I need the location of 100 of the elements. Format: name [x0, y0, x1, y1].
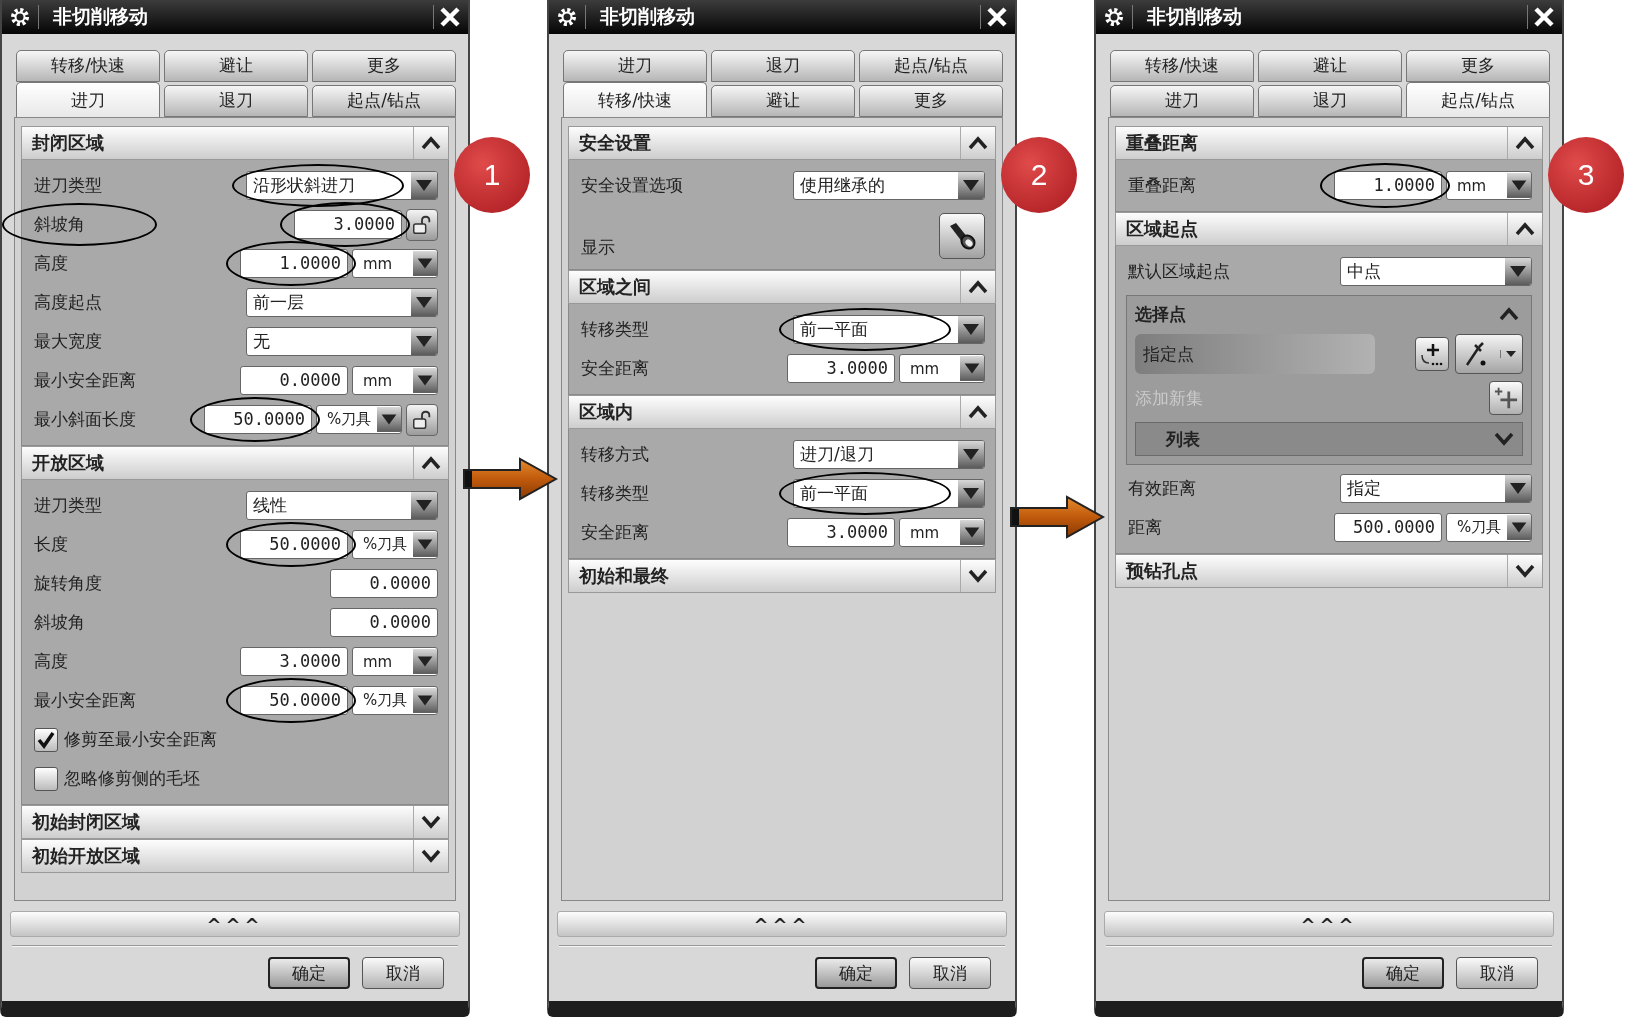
checkbox[interactable] [34, 766, 58, 791]
unit-dropdown[interactable]: mm [352, 366, 438, 395]
dropdown[interactable]: 无 [246, 327, 438, 356]
number-field[interactable]: 50.0000 [240, 530, 348, 559]
field-label: 安全距离 [581, 357, 649, 380]
dropdown[interactable]: 沿形状斜进刀 [246, 171, 438, 200]
tab[interactable]: 起点/钻点 [1406, 82, 1550, 117]
dropdown[interactable]: 指定 [1340, 474, 1532, 503]
window-title: 非切削移动 [53, 4, 149, 29]
tab[interactable]: 进刀 [563, 50, 707, 82]
tab[interactable]: 转移/快速 [563, 82, 707, 117]
section-header[interactable]: 开放区域 [21, 446, 449, 480]
dropdown[interactable]: 前一平面 [793, 479, 985, 508]
dialog-button[interactable]: 确定 [268, 957, 350, 989]
close-icon[interactable] [980, 5, 1009, 29]
dropdown[interactable]: 线性 [246, 491, 438, 520]
field-label: 有效距离 [1128, 477, 1196, 500]
number-field[interactable]: 3.0000 [787, 518, 895, 547]
tab[interactable]: 更多 [312, 50, 456, 82]
close-icon[interactable] [1527, 5, 1556, 29]
dialog-button[interactable]: 取消 [1456, 957, 1538, 989]
point-dialog-button[interactable] [1415, 337, 1449, 371]
section-header[interactable]: 初始封闭区域 [21, 805, 449, 839]
number-field[interactable]: 0.0000 [240, 366, 348, 395]
unit-dropdown[interactable]: %刀具 [352, 530, 438, 559]
unit-dropdown[interactable]: %刀具 [316, 405, 402, 434]
list-header[interactable]: 列表 [1135, 422, 1523, 456]
group-header[interactable]: 选择点 [1135, 298, 1523, 330]
number-field[interactable]: 500.0000 [1334, 513, 1442, 542]
tab[interactable]: 进刀 [1110, 85, 1254, 117]
close-icon[interactable] [433, 5, 462, 29]
gear-icon[interactable] [8, 5, 39, 29]
dialog-button[interactable]: 确定 [1362, 957, 1444, 989]
tab[interactable]: 转移/快速 [1110, 50, 1254, 82]
section-header[interactable]: 区域内 [568, 395, 996, 429]
flashlight-button[interactable] [939, 213, 985, 259]
field-label: 长度 [34, 533, 68, 556]
number-field[interactable]: 3.0000 [240, 647, 348, 676]
gear-icon[interactable] [555, 5, 586, 29]
number-field[interactable]: 1.0000 [1334, 171, 1442, 200]
section-header[interactable]: 安全设置 [568, 126, 996, 160]
tab[interactable]: 避让 [164, 50, 308, 82]
field-label: 进刀类型 [34, 174, 102, 197]
tab[interactable]: 退刀 [164, 85, 308, 117]
dropdown[interactable]: 使用继承的 [793, 171, 985, 200]
dropdown[interactable]: 前一层 [246, 288, 438, 317]
expand-bar[interactable]: ^^^ [557, 911, 1007, 937]
dialog-button[interactable]: 取消 [909, 957, 991, 989]
tab[interactable]: 转移/快速 [16, 50, 160, 82]
number-field[interactable]: 3.0000 [294, 210, 402, 239]
tab[interactable]: 退刀 [1258, 85, 1402, 117]
unit-dropdown[interactable]: mm [899, 354, 985, 383]
section-header[interactable]: 预钻孔点 [1115, 554, 1543, 588]
checkbox[interactable] [34, 727, 58, 752]
section-header[interactable]: 初始和最终 [568, 559, 996, 593]
gear-icon[interactable] [1102, 5, 1133, 29]
unit-dropdown[interactable]: mm [1446, 171, 1532, 200]
section-header[interactable]: 重叠距离 [1115, 126, 1543, 160]
number-field[interactable]: 0.0000 [330, 608, 438, 637]
section-header[interactable]: 区域之间 [568, 270, 996, 304]
tab[interactable]: 更多 [859, 85, 1003, 117]
number-field[interactable]: 1.0000 [240, 249, 348, 278]
unit-dropdown[interactable]: mm [352, 647, 438, 676]
field-label: 高度 [34, 650, 68, 673]
tab[interactable]: 更多 [1406, 50, 1550, 82]
tab[interactable]: 进刀 [16, 82, 160, 117]
tab[interactable]: 避让 [1258, 50, 1402, 82]
tab[interactable]: 退刀 [711, 50, 855, 82]
lock-button[interactable] [406, 208, 438, 241]
unit-dropdown[interactable]: mm [899, 518, 985, 547]
section-header[interactable]: 区域起点 [1115, 212, 1543, 246]
point-type-button[interactable] [1455, 334, 1523, 374]
number-field[interactable]: 0.0000 [330, 569, 438, 598]
dropdown[interactable]: 中点 [1340, 257, 1532, 286]
window-title: 非切削移动 [600, 4, 696, 29]
dropdown[interactable]: 前一平面 [793, 315, 985, 344]
dialog-button[interactable]: 确定 [815, 957, 897, 989]
expand-bar[interactable]: ^^^ [10, 911, 460, 937]
unit-dropdown[interactable]: mm [352, 249, 438, 278]
unit-dropdown[interactable]: %刀具 [352, 686, 438, 715]
lock-button[interactable] [406, 403, 438, 436]
field-label: 最小安全距离 [34, 369, 136, 392]
section-header[interactable]: 封闭区域 [21, 126, 449, 160]
dialog-button[interactable]: 取消 [362, 957, 444, 989]
tab[interactable]: 避让 [711, 85, 855, 117]
tab[interactable]: 起点/钻点 [312, 85, 456, 117]
add-set-button[interactable] [1489, 381, 1523, 415]
field-label: 最小安全距离 [34, 689, 136, 712]
dropdown[interactable]: 进刀/退刀 [793, 440, 985, 469]
number-field[interactable]: 3.0000 [787, 354, 895, 383]
number-field[interactable]: 50.0000 [204, 405, 312, 434]
field-label: 高度 [34, 252, 68, 275]
checkbox-label: 忽略修剪侧的毛坯 [64, 767, 200, 790]
tab[interactable]: 起点/钻点 [859, 50, 1003, 82]
field-label: 重叠距离 [1128, 174, 1196, 197]
expand-bar[interactable]: ^^^ [1104, 911, 1554, 937]
section-header[interactable]: 初始开放区域 [21, 839, 449, 873]
number-field[interactable]: 50.0000 [240, 686, 348, 715]
field-label: 转移类型 [581, 318, 649, 341]
unit-dropdown[interactable]: %刀具 [1446, 513, 1532, 542]
